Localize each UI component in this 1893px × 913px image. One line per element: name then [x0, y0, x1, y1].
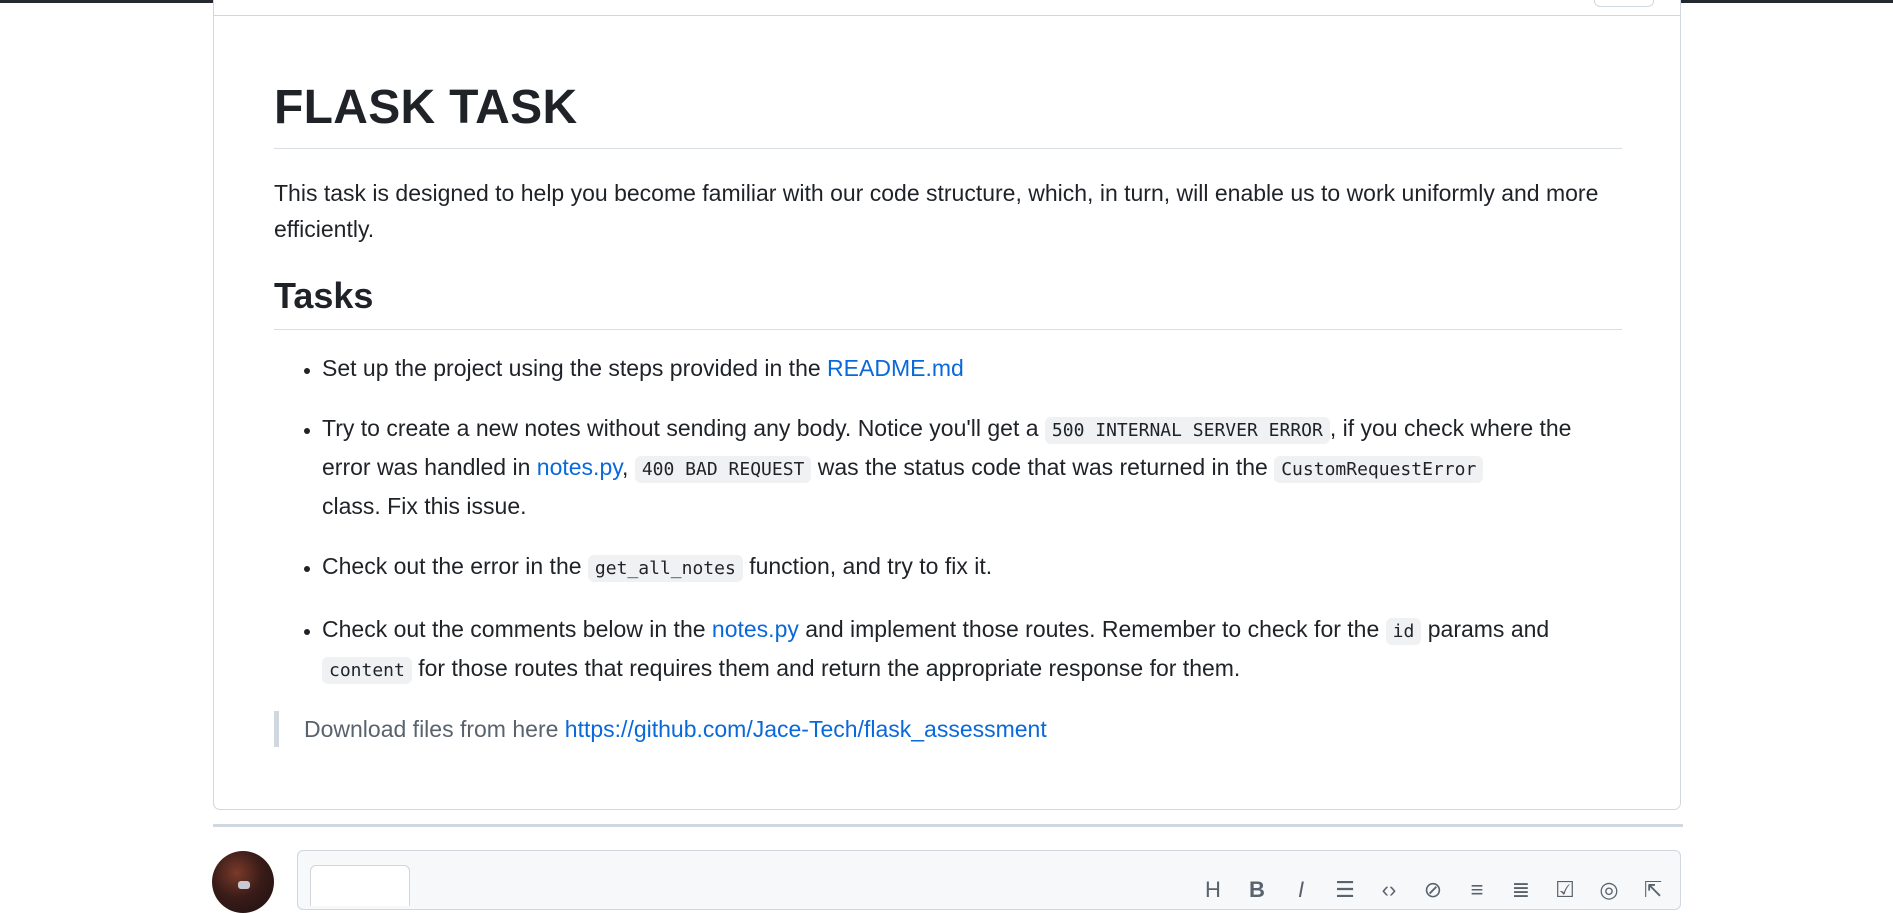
- task-text: Check out the comments below in the: [322, 616, 712, 642]
- header-button-edge[interactable]: [1594, 0, 1654, 7]
- quote-text: Download files from here: [304, 716, 565, 742]
- task-text: ,: [622, 454, 635, 480]
- tab-write[interactable]: [310, 865, 410, 906]
- task-list-icon[interactable]: ☑: [1552, 877, 1578, 903]
- page-title: FLASK TASK: [274, 78, 1622, 149]
- task-text: for those routes that requires them and …: [411, 655, 1241, 681]
- avatar[interactable]: [212, 851, 274, 913]
- inline-code: content: [322, 657, 412, 684]
- inline-code: CustomRequestError: [1274, 456, 1484, 483]
- list-item: Check out the comments below in the note…: [322, 611, 1622, 689]
- timeline-divider: [213, 824, 1683, 827]
- list-item: Try to create a new notes without sendin…: [322, 410, 1622, 524]
- task-text: Try to create a new notes without sendin…: [322, 415, 1045, 441]
- unordered-list-icon[interactable]: ≣: [1508, 877, 1534, 903]
- readme-link[interactable]: README.md: [827, 355, 964, 381]
- mention-icon[interactable]: ◎: [1596, 877, 1622, 903]
- task-list: Set up the project using the steps provi…: [274, 350, 1622, 689]
- intro-paragraph: This task is designed to help you become…: [274, 180, 1599, 242]
- inline-code: 500 INTERNAL SERVER ERROR: [1044, 417, 1330, 444]
- list-item: Set up the project using the steps provi…: [322, 350, 1622, 386]
- task-text: class. Fix this issue.: [322, 493, 527, 519]
- markdown-body: FLASK TASK This task is designed to help…: [274, 78, 1622, 747]
- italic-icon[interactable]: I: [1288, 877, 1314, 903]
- ordered-list-icon[interactable]: ≡: [1464, 877, 1490, 903]
- card-header-divider: [214, 15, 1680, 16]
- task-text: params and: [1421, 616, 1550, 642]
- link-icon[interactable]: ⊘: [1420, 877, 1446, 903]
- task-text: Check out the error in the: [322, 553, 588, 579]
- task-text: function, and try to fix it.: [742, 553, 993, 579]
- notes-py-link[interactable]: notes.py: [537, 454, 622, 480]
- tasks-heading: Tasks: [274, 273, 1622, 330]
- inline-code: 400 BAD REQUEST: [634, 456, 812, 483]
- markdown-toolbar: H B I ☰ ‹› ⊘ ≡ ≣ ☑ ◎ ⇱: [1200, 877, 1666, 903]
- heading-icon[interactable]: H: [1200, 877, 1226, 903]
- quote-icon[interactable]: ☰: [1332, 877, 1358, 903]
- bold-icon[interactable]: B: [1244, 877, 1270, 903]
- notes-py-link[interactable]: notes.py: [712, 616, 799, 642]
- task-text: and implement those routes. Remember to …: [798, 616, 1386, 642]
- readme-card: FLASK TASK This task is designed to help…: [213, 0, 1681, 810]
- repo-link[interactable]: https://github.com/Jace-Tech/flask_asses…: [565, 716, 1047, 742]
- reference-icon[interactable]: ⇱: [1640, 877, 1666, 903]
- code-icon[interactable]: ‹›: [1376, 877, 1402, 903]
- list-item: Check out the error in the get_all_notes…: [322, 548, 1622, 587]
- comment-editor: H B I ☰ ‹› ⊘ ≡ ≣ ☑ ◎ ⇱: [297, 850, 1681, 910]
- inline-code: get_all_notes: [587, 555, 743, 582]
- inline-code: id: [1385, 618, 1422, 645]
- task-text: Set up the project using the steps provi…: [322, 355, 828, 381]
- blockquote: Download files from here https://github.…: [274, 711, 1622, 747]
- task-text: was the status code that was returned in…: [811, 454, 1275, 480]
